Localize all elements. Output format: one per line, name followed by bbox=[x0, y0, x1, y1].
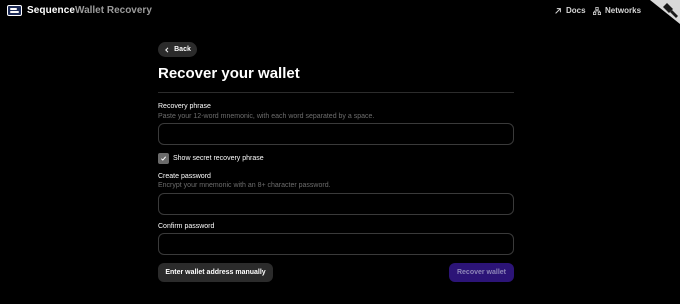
confirm-password-label: Confirm password bbox=[158, 223, 215, 230]
confirm-password-input[interactable] bbox=[158, 233, 514, 255]
docs-link[interactable]: Docs bbox=[554, 6, 586, 15]
check-icon bbox=[160, 156, 167, 161]
enter-address-manually-button[interactable]: Enter wallet address manually bbox=[158, 263, 273, 282]
recovery-phrase-label: Recovery phrase bbox=[158, 103, 211, 110]
recover-wallet-button[interactable]: Recover wallet bbox=[449, 263, 514, 282]
show-secret-checkbox[interactable] bbox=[158, 153, 169, 164]
network-icon bbox=[593, 6, 601, 15]
brand-name: Sequence bbox=[27, 5, 76, 16]
create-password-label: Create password bbox=[158, 173, 211, 180]
show-secret-toggle[interactable]: Show secret recovery phrase bbox=[158, 153, 264, 164]
title-divider bbox=[158, 92, 514, 93]
arrow-up-right-icon bbox=[555, 7, 561, 14]
chevron-left-icon bbox=[165, 46, 169, 53]
recovery-phrase-help: Paste your 12-word mnemonic, with each w… bbox=[158, 113, 375, 120]
show-secret-label: Show secret recovery phrase bbox=[173, 155, 264, 162]
create-password-input[interactable] bbox=[158, 193, 514, 215]
page-title: Recover your wallet bbox=[158, 65, 300, 82]
back-button[interactable]: Back bbox=[158, 42, 197, 57]
recovery-phrase-input[interactable] bbox=[158, 123, 514, 145]
sequence-logo-icon bbox=[7, 5, 22, 16]
wallet-recovery-page: Sequence Wallet Recovery Docs Networks B… bbox=[0, 0, 680, 304]
networks-link[interactable]: Networks bbox=[593, 6, 641, 15]
create-password-help: Encrypt your mnemonic with an 8+ charact… bbox=[158, 182, 331, 189]
diamond-badge-icon[interactable] bbox=[650, 0, 680, 24]
back-button-label: Back bbox=[174, 46, 191, 53]
docs-link-label: Docs bbox=[566, 6, 586, 15]
networks-link-label: Networks bbox=[605, 6, 642, 15]
app-name: Wallet Recovery bbox=[75, 5, 152, 16]
top-header: Sequence Wallet Recovery Docs Networks bbox=[0, 0, 680, 24]
